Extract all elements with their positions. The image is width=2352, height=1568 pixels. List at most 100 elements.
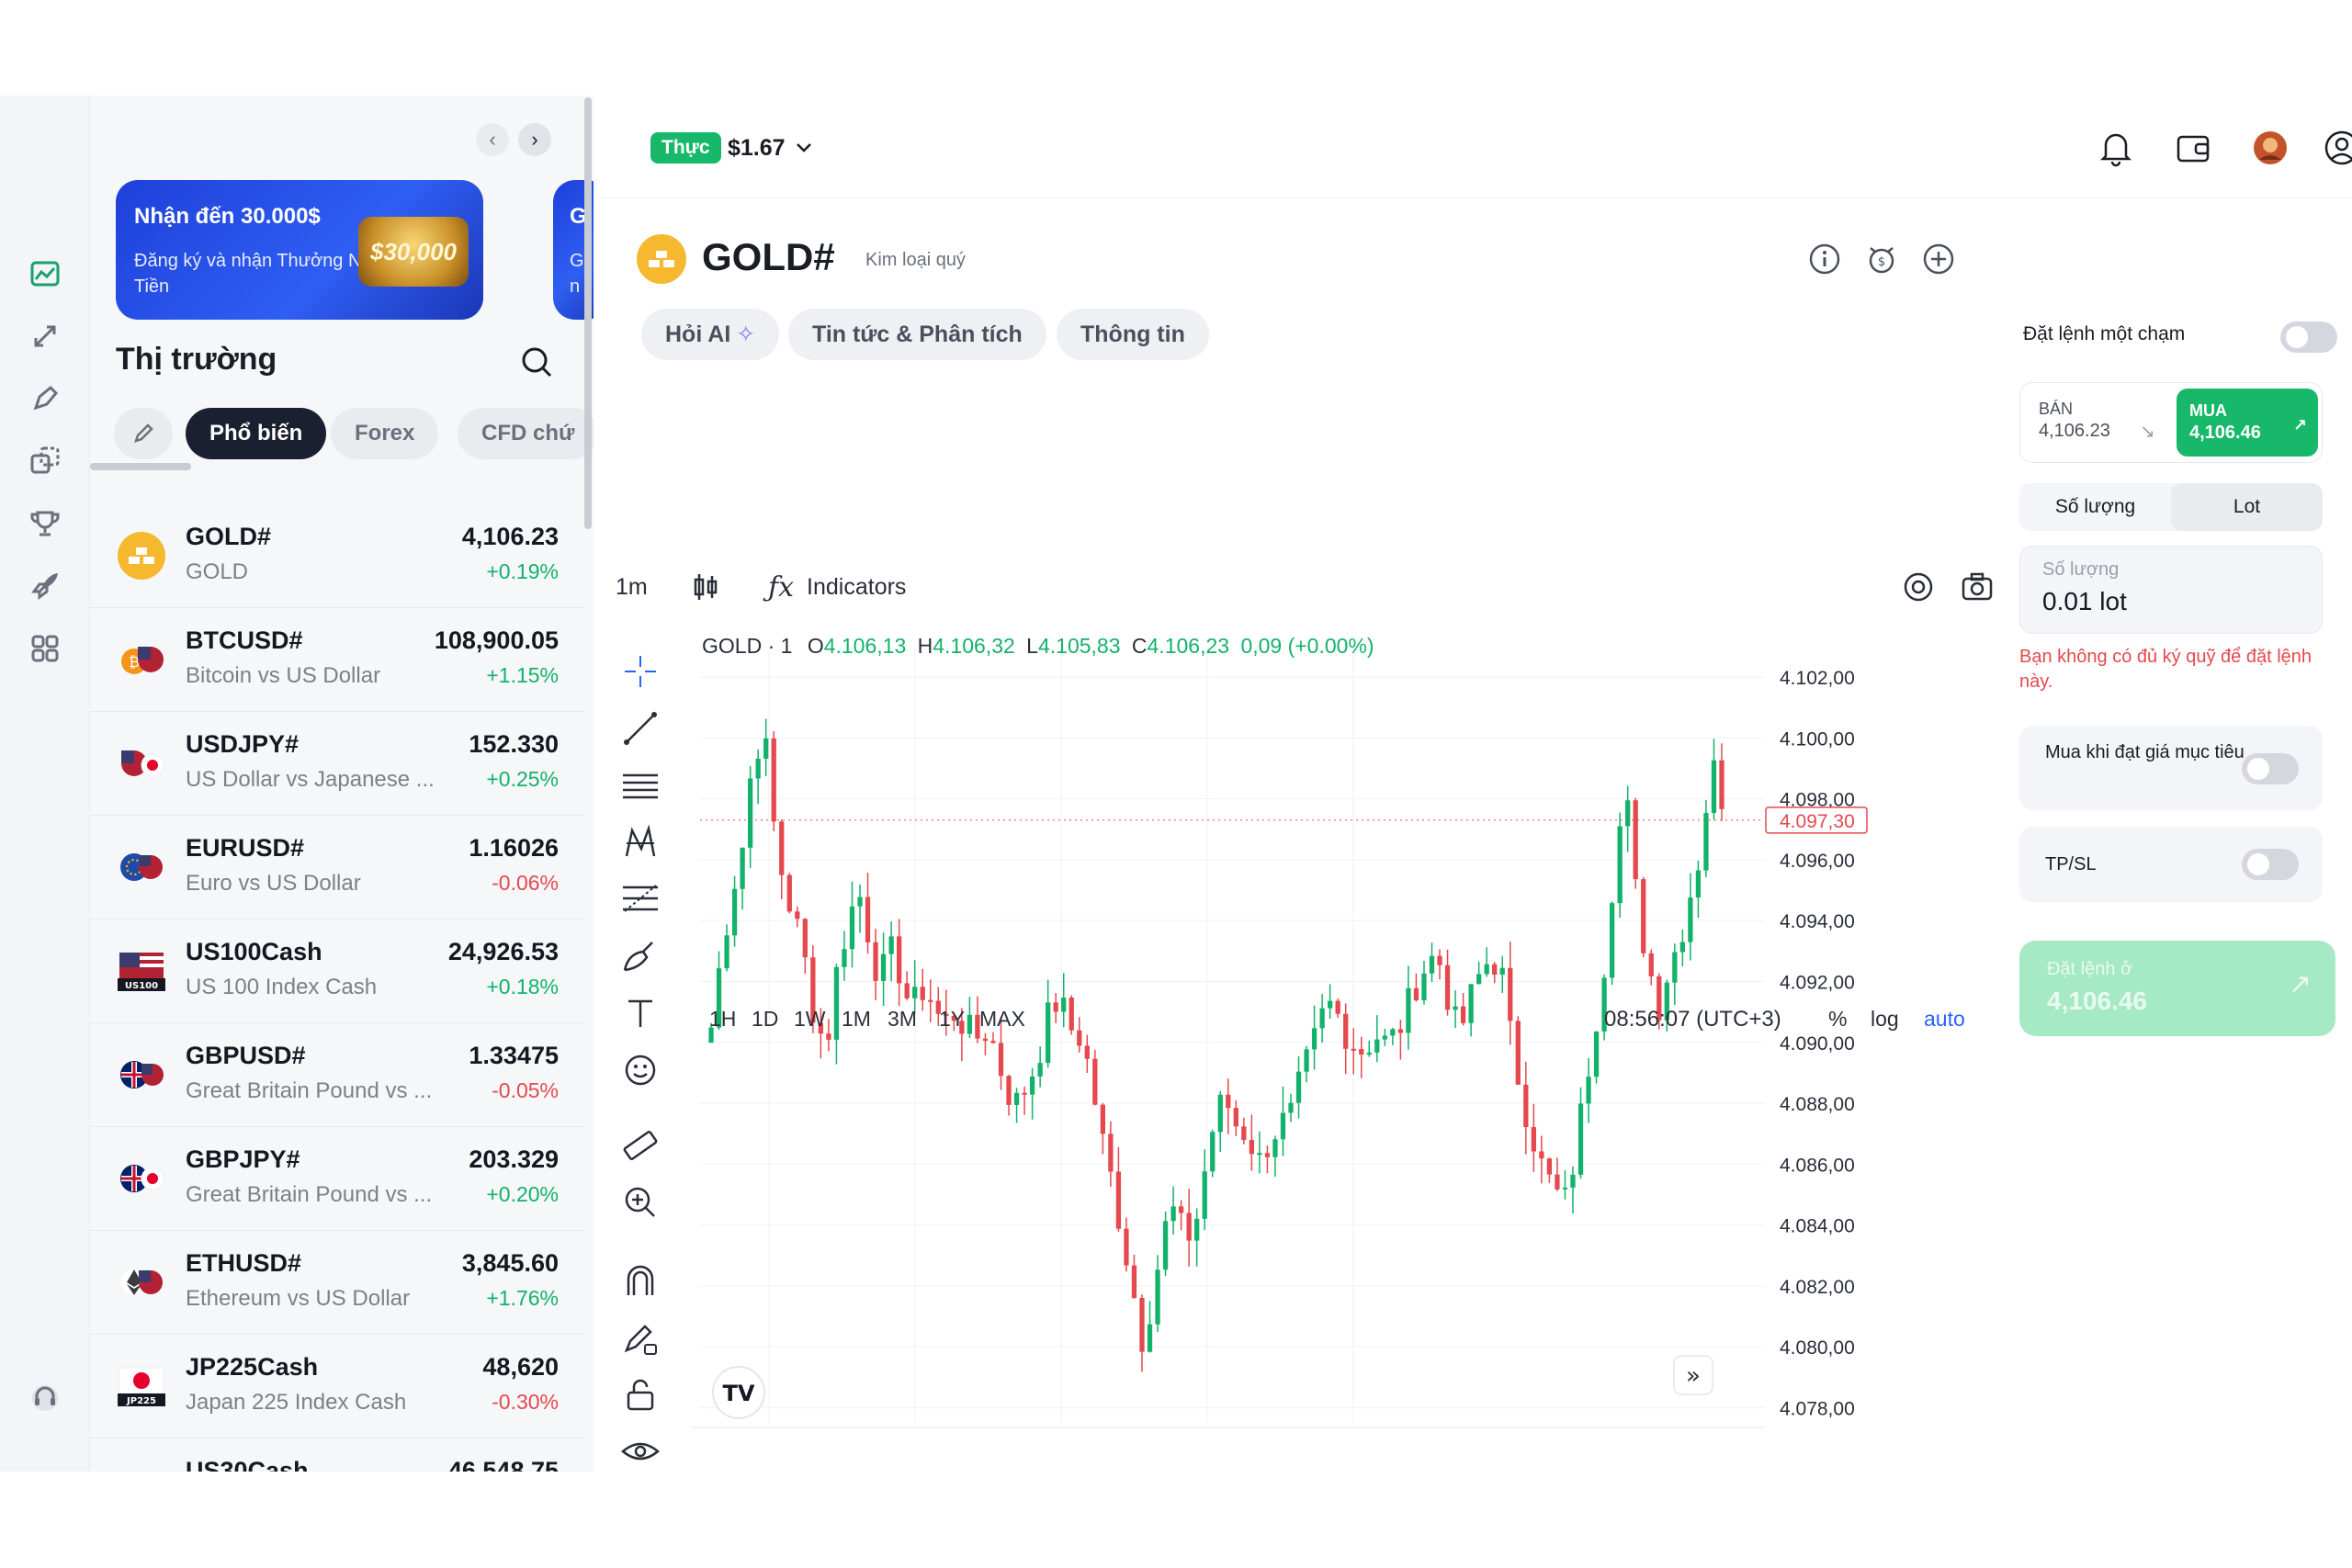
unit-lot-tab[interactable]: Lot [2171,483,2323,531]
indicators-button[interactable]: ƒx Indicators [768,569,906,605]
market-row[interactable]: GBPUSD# Great Britain Pound vs ... 1.33475… [90,1023,584,1127]
auto-scale-toggle[interactable]: auto [1924,1007,1965,1032]
candle-body [928,999,933,1002]
row-change: +0.25% [486,767,559,791]
price-alert-icon[interactable]: $ [1863,241,1900,277]
range-1w[interactable]: 1W [794,1007,826,1032]
quantity-value[interactable]: 0.01 lot [2042,587,2127,616]
candle-body [1562,1187,1568,1190]
place-order-button[interactable]: Đặt lệnh ở 4,106.46 ↗ [2019,941,2335,1036]
scrollbar-thumb[interactable] [584,97,592,529]
log-scale-toggle[interactable]: log [1871,1007,1899,1032]
user-profile-icon[interactable] [2321,127,2352,169]
market-row[interactable]: ₿ BTCUSD# Bitcoin vs US Dollar 108,900.05 +1… [90,608,584,712]
market-row[interactable]: ETHUSD# Ethereum vs US Dollar 3,845.60 +1.7… [90,1231,584,1335]
account-type-badge[interactable]: Thực [650,132,721,164]
range-1y[interactable]: 1Y [939,1007,965,1032]
price-chart[interactable]: 4.102,004.100,004.098,004.096,004.094,00… [682,628,2014,1437]
zoom-in-icon[interactable] [619,1181,662,1224]
chevron-down-icon[interactable] [792,136,816,160]
fib-retracement-icon[interactable] [619,878,662,920]
range-max[interactable]: MAX [979,1007,1025,1032]
buy-button[interactable]: MUA 4,106.46 ↗ [2177,389,2318,457]
candle-body [1468,984,1474,1023]
candle-body [731,888,738,936]
text-tool-icon[interactable] [619,992,662,1034]
candle-body [1688,897,1693,942]
nav-trophy-icon[interactable] [0,496,90,551]
info-icon[interactable] [1806,241,1843,277]
function-icon: ƒx [768,570,795,604]
one-click-toggle[interactable] [2280,321,2337,353]
bell-icon[interactable] [2095,127,2137,169]
candle-body [1586,1077,1591,1104]
quantity-input-box[interactable]: Số lượng 0.01 lot [2019,546,2323,634]
market-scrollbar[interactable] [584,97,592,1472]
market-row[interactable]: GBPJPY# Great Britain Pound vs ... 203.329… [90,1127,584,1231]
market-row[interactable]: USDJPY# US Dollar vs Japanese ... 152.330 +… [90,712,584,816]
target-price-toggle[interactable] [2242,753,2299,784]
nav-apps-icon[interactable] [0,621,90,676]
nav-copy-icon[interactable] [0,434,90,489]
account-balance[interactable]: $1.67 [728,132,786,164]
search-icon[interactable] [518,344,555,380]
sell-button[interactable]: BÁN 4,106.23 [2039,398,2110,442]
eye-icon[interactable] [619,1431,662,1472]
camera-icon[interactable] [1959,569,1996,605]
avatar[interactable] [2249,127,2291,169]
pattern-tool-icon[interactable] [619,821,662,863]
market-row[interactable]: US100 US100Cash US 100 Index Cash 24,926.53… [90,919,584,1023]
range-1m[interactable]: 1M [842,1007,871,1032]
promo-banner[interactable]: Nhận đến 30.000$ Đăng ký và nhận Thưởng … [116,180,483,320]
range-3m[interactable]: 3M [888,1007,917,1032]
ruler-icon[interactable] [619,1124,662,1167]
tab-popular[interactable]: Phổ biến [186,408,327,459]
nav-chart-icon[interactable] [0,246,90,301]
candle-type-icon[interactable] [691,569,720,605]
nav-rocket-icon[interactable] [0,558,90,614]
unlock-icon[interactable] [619,1374,662,1416]
candle-body [1053,1002,1058,1012]
wallet-icon[interactable] [2172,127,2214,169]
carousel-prev-button[interactable]: ‹ [476,123,509,156]
ohlc-high-label: H [917,634,933,658]
carousel-next-button[interactable]: › [518,123,551,156]
interval-button[interactable]: 1m [616,569,648,605]
magnet-icon[interactable] [619,1260,662,1303]
market-row[interactable]: JP225 JP225Cash Japan 225 Index Cash 48,620… [90,1335,584,1438]
ask-ai-button[interactable]: Hỏi AI ✧ [641,309,780,360]
tab-cfd[interactable]: CFD chứ [458,408,594,459]
horizontal-lines-icon[interactable] [619,764,662,807]
add-watchlist-icon[interactable] [1920,241,1957,277]
unit-quantity-tab[interactable]: Số lượng [2019,483,2171,531]
y-tick-label: 4.094,00 [1780,911,1855,932]
nav-support-icon[interactable] [0,1371,90,1426]
row-price: 48,620 [482,1353,559,1381]
info-tab[interactable]: Thông tin [1057,309,1209,360]
edit-watchlist-button[interactable] [114,408,173,459]
emoji-icon[interactable] [619,1049,662,1091]
trend-line-icon[interactable] [619,707,662,750]
news-analysis-tab[interactable]: Tin tức & Phân tích [788,309,1046,360]
brush-icon[interactable] [619,935,662,977]
settings-gear-icon[interactable] [1900,569,1937,605]
tab-forex[interactable]: Forex [331,408,439,459]
nav-trades-icon[interactable] [0,309,90,364]
nav-pen-icon[interactable] [0,371,90,426]
tabs-scrollbar[interactable] [90,463,191,470]
candle-body [1570,1174,1576,1188]
range-1d[interactable]: 1D [752,1007,778,1032]
row-change: +0.20% [486,1182,559,1206]
percent-scale-toggle[interactable]: % [1828,1007,1847,1032]
crosshair-icon[interactable] [619,650,662,693]
candle-body [740,847,745,889]
range-1h[interactable]: 1H [709,1007,736,1032]
sparkle-icon: ✧ [736,321,756,347]
market-row[interactable]: US30Cash 46,548.75 [90,1438,584,1472]
market-row[interactable]: GOLD# GOLD 4,106.23 +0.19% [90,504,584,608]
market-row[interactable]: EURUSD# Euro vs US Dollar 1.16026 -0.06% [90,816,584,919]
lock-drawings-icon[interactable] [619,1317,662,1359]
tpsl-toggle[interactable] [2242,849,2299,880]
sell-price: 4,106.23 [2039,421,2110,441]
candle-body [1272,1139,1278,1157]
